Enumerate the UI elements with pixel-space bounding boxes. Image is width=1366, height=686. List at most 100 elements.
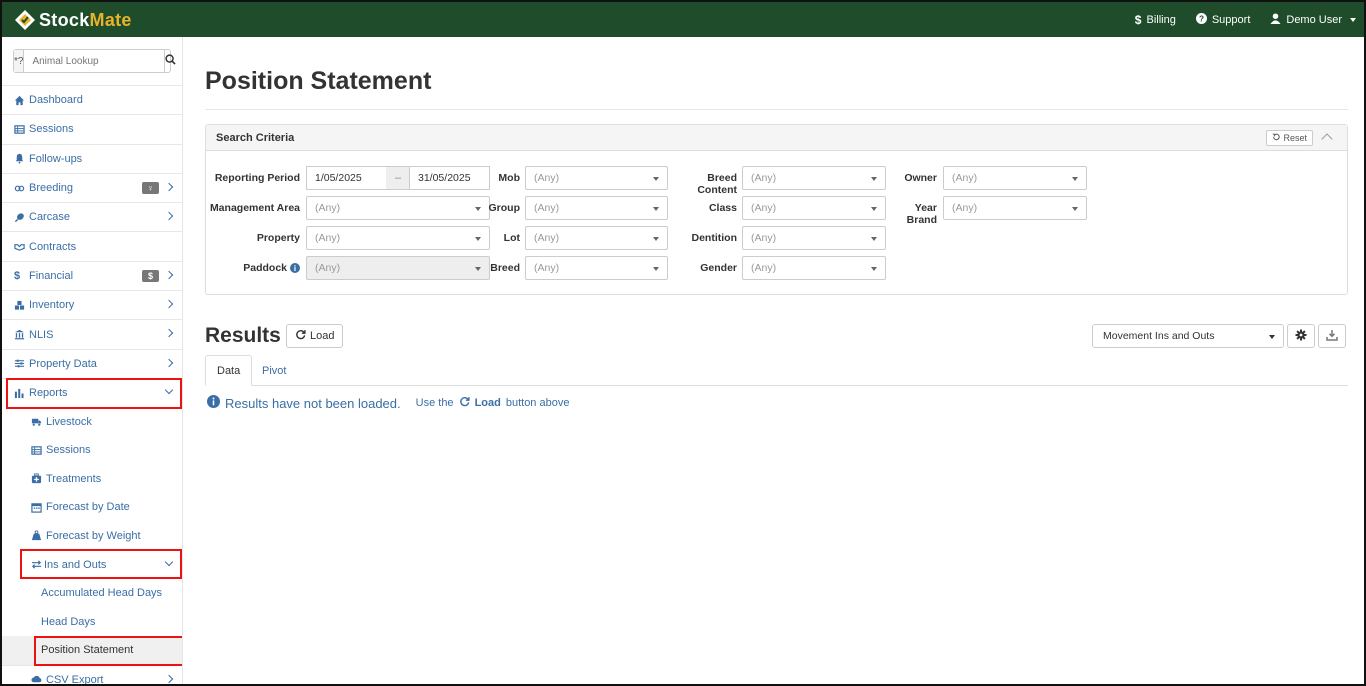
sidebar-subitem-sessions[interactable]: Sessions	[2, 436, 182, 465]
group-select[interactable]: (Any)	[525, 196, 668, 220]
caret-down-icon	[475, 267, 481, 271]
dentition-select[interactable]: (Any)	[742, 226, 886, 250]
hint-prefix: Use the	[415, 397, 454, 409]
load-button[interactable]: Load	[286, 324, 344, 348]
year-brand-select[interactable]: (Any)	[943, 196, 1087, 220]
bar-chart-icon	[14, 388, 25, 399]
chevron-right-icon	[164, 211, 174, 221]
bell-icon	[14, 153, 25, 164]
view-select[interactable]: Movement Ins and Outs	[1092, 324, 1284, 348]
results-tabs: Data Pivot	[205, 355, 1348, 386]
download-button[interactable]	[1318, 324, 1346, 348]
reporting-period-to[interactable]: 31/05/2025	[409, 166, 490, 190]
sidebar-item-follow-ups[interactable]: Follow-ups	[2, 143, 182, 173]
label-breed-content: Breed Content	[697, 172, 737, 196]
stockmate-logo[interactable]: StockMate	[14, 6, 132, 34]
mob-select[interactable]: (Any)	[525, 166, 668, 190]
sidebar-subitem-livestock[interactable]: Livestock	[2, 407, 182, 436]
info-icon[interactable]: i	[290, 263, 300, 274]
sidebar-item-nlis[interactable]: NLIS	[2, 319, 182, 348]
tab-pivot[interactable]: Pivot	[251, 355, 297, 386]
logo-diamond-icon	[14, 9, 36, 31]
sidebar-item-label: Dashboard	[29, 94, 83, 107]
bank-icon	[14, 329, 25, 340]
select-value: (Any)	[751, 172, 777, 184]
chevron-down-icon	[164, 385, 174, 395]
sidebar-subitem-label: Treatments	[46, 472, 102, 485]
sidebar-item-reports[interactable]: Reports	[2, 377, 182, 407]
info-circle-icon	[207, 395, 220, 411]
billing-link[interactable]: $ Billing	[1135, 13, 1176, 27]
sidebar-subitem-forecast-by-weight[interactable]: Forecast by Weight	[2, 522, 182, 551]
management-area-select[interactable]: (Any)	[306, 196, 490, 220]
caret-down-icon	[1072, 177, 1078, 181]
caret-down-icon	[475, 237, 481, 241]
sidebar-item-financial[interactable]: $ Financial $	[2, 260, 182, 290]
gear-icon	[1295, 329, 1307, 344]
sidebar-subitem-label: Forecast by Weight	[46, 529, 141, 542]
sidebar-subitem-forecast-by-date[interactable]: Forecast by Date	[2, 493, 182, 522]
load-label: Load	[310, 330, 335, 342]
sidebar-item-contracts[interactable]: Contracts	[2, 231, 182, 260]
sidebar-subitem-head-days[interactable]: Head Days	[2, 607, 182, 636]
sidebar-subitem-treatments[interactable]: Treatments	[2, 464, 182, 493]
sidebar-item-property-data[interactable]: Property Data	[2, 348, 182, 378]
select-value: (Any)	[534, 232, 560, 244]
refresh-icon	[295, 329, 306, 343]
sidebar-item-csv-export[interactable]: CSV Export	[2, 664, 182, 684]
question-circle-icon: ?	[1195, 12, 1207, 27]
sidebar-item-breeding[interactable]: Breeding ♀	[2, 172, 182, 202]
sidebar-item-inventory[interactable]: Inventory	[2, 290, 182, 319]
lot-select[interactable]: (Any)	[525, 226, 668, 250]
property-select[interactable]: (Any)	[306, 226, 490, 250]
select-value: (Any)	[534, 172, 560, 184]
sidebar-subitem-ins-and-outs[interactable]: Ins and Outs	[2, 550, 182, 579]
owner-select[interactable]: (Any)	[943, 166, 1087, 190]
support-link[interactable]: ? Support	[1195, 12, 1250, 27]
settings-button[interactable]	[1287, 324, 1315, 348]
sidebar-subitem-accumulated-head-days[interactable]: Accumulated Head Days	[2, 579, 182, 608]
caret-down-icon	[1350, 17, 1356, 22]
caret-down-icon	[871, 237, 877, 241]
chevron-up-icon[interactable]	[1321, 133, 1333, 145]
sidebar-item-label: Carcase	[29, 211, 70, 224]
main-content: Position Statement Search Criteria Reset…	[183, 37, 1364, 684]
select-value: (Any)	[534, 262, 560, 274]
sidebar-item-label: NLIS	[29, 328, 54, 341]
breed-select[interactable]: (Any)	[525, 256, 668, 280]
label-management-area: Management Area	[209, 202, 300, 214]
select-value: (Any)	[315, 232, 341, 244]
label-paddock: Paddock i	[206, 262, 300, 274]
breed-content-select[interactable]: (Any)	[742, 166, 886, 190]
hint-suffix: button above	[505, 397, 570, 409]
hint-load-link[interactable]: Load	[475, 397, 501, 409]
lookup-search-button[interactable]	[164, 50, 177, 72]
sidebar-item-carcase[interactable]: Carcase	[2, 202, 182, 231]
caret-down-icon	[653, 267, 659, 271]
animal-lookup-input[interactable]	[24, 50, 165, 72]
billing-label: Billing	[1146, 13, 1176, 26]
class-select[interactable]: (Any)	[742, 196, 886, 220]
venus-mars-icon	[14, 183, 25, 194]
boxes-icon	[14, 300, 25, 311]
caret-down-icon	[653, 177, 659, 181]
reset-button[interactable]: Reset	[1266, 130, 1313, 146]
user-menu[interactable]: Demo User	[1270, 12, 1356, 27]
label-lot: Lot	[503, 232, 520, 244]
gender-select[interactable]: (Any)	[742, 256, 886, 280]
tab-data[interactable]: Data	[205, 355, 253, 386]
reporting-period-from[interactable]: 1/05/2025	[306, 166, 387, 190]
sidebar-item-sessions[interactable]: Sessions	[2, 114, 182, 143]
sidebar-item-label: Breeding	[29, 182, 74, 195]
dollar-icon: $	[1134, 12, 1142, 27]
page-title: Position Statement	[205, 67, 432, 95]
search-criteria-header[interactable]: Search Criteria Reset	[206, 125, 1347, 151]
sidebar-subitem-label: Ins and Outs	[44, 558, 107, 571]
sidebar-subitem-position-statement[interactable]: Position Statement	[2, 636, 182, 665]
drumstick-icon	[14, 212, 25, 223]
dollar-icon: $	[14, 270, 21, 283]
wildcard-prefix: *?	[14, 50, 25, 72]
sidebar-item-dashboard[interactable]: Dashboard	[2, 85, 182, 114]
chevron-right-icon	[164, 299, 174, 309]
results-message: Results have not been loaded. Use the Lo…	[207, 395, 569, 411]
